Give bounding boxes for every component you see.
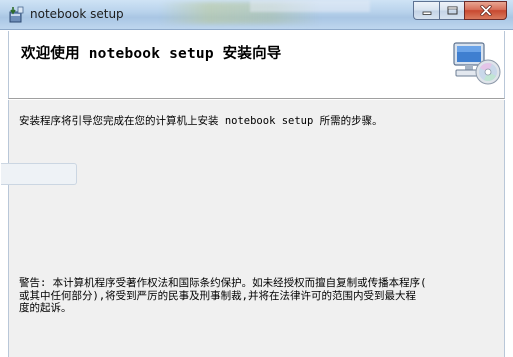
copyright-warning: 警告: 本计算机程序受著作权法和国际条约保护。如未经授权而擅自复制或传播本程序(… [19, 277, 499, 315]
title-bar[interactable]: notebook setup [0, 0, 513, 30]
wizard-body: 安装程序将引导您完成在您的计算机上安装 notebook setup 所需的步骤… [1, 100, 505, 357]
installer-package-icon [9, 6, 24, 23]
maximize-button[interactable] [439, 1, 464, 20]
background-blur [1, 163, 77, 185]
computer-with-cd-icon [453, 42, 501, 85]
minimize-button[interactable] [413, 1, 439, 20]
warning-line: 度的起诉。 [19, 302, 72, 314]
background-blur [250, 0, 370, 12]
intro-text: 安装程序将引导您完成在您的计算机上安装 notebook setup 所需的步骤… [19, 115, 383, 127]
warning-line: 警告: 本计算机程序受著作权法和国际条约保护。如未经授权而擅自复制或传播本程序( [19, 277, 427, 289]
maximize-icon [447, 6, 457, 15]
warning-line: 或其中任何部分),将受到严厉的民事及刑事制裁,并将在法律许可的范围内受到最大程 [19, 289, 416, 302]
window-controls [413, 1, 507, 21]
window-title: notebook setup [30, 7, 124, 21]
minimize-icon [422, 11, 431, 15]
wizard-banner: 欢迎使用 notebook setup 安装向导 [8, 31, 505, 99]
close-icon [479, 5, 492, 16]
close-button[interactable] [464, 1, 507, 20]
banner-title: 欢迎使用 notebook setup 安装向导 [21, 46, 282, 62]
